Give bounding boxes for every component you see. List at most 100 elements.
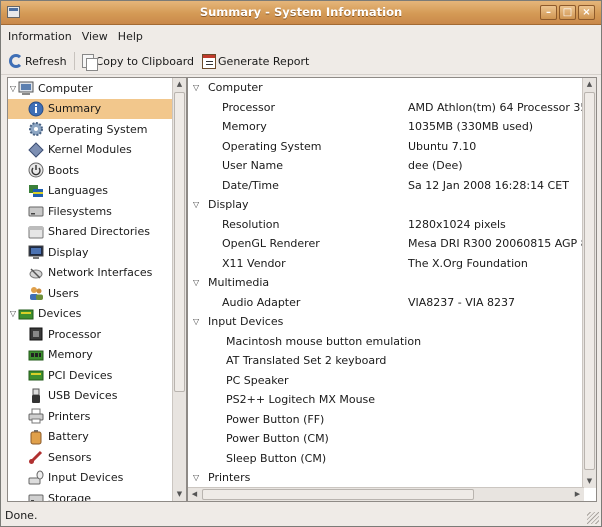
toolbar: Refresh Copy to Clipboard Generate Repor… — [1, 48, 601, 75]
scroll-right-arrow-icon[interactable]: ▶ — [571, 488, 584, 501]
section-header-printers[interactable]: ▽ Printers — [188, 468, 584, 488]
details-vertical-scrollbar[interactable]: ▲ ▼ — [582, 78, 596, 488]
detail-value: The X.Org Foundation — [408, 256, 528, 270]
tree-item-battery[interactable]: Battery — [8, 427, 172, 448]
minimize-button[interactable]: – — [540, 5, 557, 20]
section-label: Computer — [208, 81, 263, 95]
detail-row[interactable]: PC Speaker — [188, 371, 584, 391]
detail-row[interactable]: Memory 1035MB (330MB used) — [188, 117, 584, 137]
tree-vertical-scrollbar[interactable]: ▲ ▼ — [172, 78, 186, 501]
section-label: Display — [208, 198, 249, 212]
chip-board-icon — [18, 306, 34, 322]
tree-item-label: USB Devices — [48, 389, 118, 403]
tree-item-devices[interactable]: ▽ Devices — [8, 304, 172, 325]
detail-row[interactable]: OpenGL Renderer Mesa DRI R300 20060815 A… — [188, 234, 584, 254]
resize-grip-icon[interactable] — [587, 512, 599, 524]
tree-item-boots[interactable]: Boots — [8, 160, 172, 181]
detail-row[interactable]: Date/Time Sa 12 Jan 2008 16:28:14 CET — [188, 176, 584, 196]
detail-row[interactable]: Processor AMD Athlon(tm) 64 Processor 35… — [188, 98, 584, 118]
detail-row[interactable]: X11 Vendor The X.Org Foundation — [188, 254, 584, 274]
refresh-button[interactable]: Refresh — [5, 51, 71, 71]
tree-item-network-interfaces[interactable]: Network Interfaces — [8, 263, 172, 284]
scroll-up-arrow-icon[interactable]: ▲ — [583, 78, 596, 91]
tree-item-sensors[interactable]: Sensors — [8, 447, 172, 468]
tree-item-processor[interactable]: Processor — [8, 324, 172, 345]
details-pane[interactable]: ▽ Computer Processor AMD Athlon(tm) 64 P… — [187, 77, 597, 502]
tree-item-languages[interactable]: Languages — [8, 181, 172, 202]
detail-row[interactable]: Resolution 1280x1024 pixels — [188, 215, 584, 235]
detail-row[interactable]: Operating System Ubuntu 7.10 — [188, 137, 584, 157]
tree-item-label: Users — [48, 286, 79, 300]
details-horizontal-scrollbar[interactable]: ◀ ▶ — [188, 487, 584, 501]
menu-help[interactable]: Help — [114, 28, 147, 45]
tree-item-printers[interactable]: Printers — [8, 406, 172, 427]
section-header-display[interactable]: ▽ Display — [188, 195, 584, 215]
tree-item-storage[interactable]: Storage — [8, 488, 172, 502]
close-button[interactable]: × — [578, 5, 595, 20]
tree-item-display[interactable]: Display — [8, 242, 172, 263]
detail-key: Operating System — [222, 139, 322, 153]
expander-icon[interactable]: ▽ — [193, 83, 199, 92]
detail-row[interactable]: AT Translated Set 2 keyboard — [188, 351, 584, 371]
detail-row[interactable]: Power Button (FF) — [188, 410, 584, 430]
section-header-computer[interactable]: ▽ Computer — [188, 78, 584, 98]
scrollbar-thumb[interactable] — [174, 92, 185, 392]
detail-key: Audio Adapter — [222, 295, 301, 309]
section-header-multimedia[interactable]: ▽ Multimedia — [188, 273, 584, 293]
menu-view[interactable]: View — [78, 28, 112, 45]
scrollbar-thumb[interactable] — [202, 489, 474, 500]
menu-information[interactable]: Information — [4, 28, 76, 45]
toolbar-separator — [73, 52, 75, 70]
gear-icon — [28, 121, 44, 137]
section-header-input-devices[interactable]: ▽ Input Devices — [188, 312, 584, 332]
generate-report-button[interactable]: Generate Report — [198, 51, 313, 72]
input-device-name: Macintosh mouse button emulation — [226, 334, 422, 348]
detail-value: Mesa DRI R300 20060815 AGP 8x x86 — [408, 237, 584, 251]
category-tree-pane[interactable]: ▽ Computer Summary Operating System Kern… — [7, 77, 187, 502]
network-icon — [28, 265, 44, 281]
scroll-down-arrow-icon[interactable]: ▼ — [583, 475, 596, 488]
detail-key: Date/Time — [222, 178, 279, 192]
expander-icon[interactable]: ▽ — [193, 278, 199, 287]
detail-row[interactable]: Power Button (CM) — [188, 429, 584, 449]
scroll-left-arrow-icon[interactable]: ◀ — [188, 488, 201, 501]
tree-item-users[interactable]: Users — [8, 283, 172, 304]
detail-key: User Name — [222, 159, 284, 173]
detail-row[interactable]: Audio Adapter VIA8237 - VIA 8237 — [188, 293, 584, 313]
tree-item-operating-system[interactable]: Operating System — [8, 119, 172, 140]
expander-icon[interactable]: ▽ — [193, 200, 199, 209]
detail-row[interactable]: Macintosh mouse button emulation — [188, 332, 584, 352]
tree-item-shared-directories[interactable]: Shared Directories — [8, 222, 172, 243]
tree-item-usb-devices[interactable]: USB Devices — [8, 386, 172, 407]
title-bar[interactable]: Summary - System Information – □ × — [1, 1, 601, 25]
input-device-name: AT Translated Set 2 keyboard — [226, 354, 387, 368]
scroll-down-arrow-icon[interactable]: ▼ — [173, 488, 186, 501]
input-device-name: Sleep Button (CM) — [226, 451, 327, 465]
expander-icon[interactable]: ▽ — [193, 317, 199, 326]
tree-item-summary[interactable]: Summary — [8, 98, 172, 119]
tree-item-computer[interactable]: ▽ Computer — [8, 78, 172, 99]
pci-card-icon — [28, 367, 44, 383]
copy-icon — [81, 54, 98, 71]
tree-item-filesystems[interactable]: Filesystems — [8, 201, 172, 222]
expander-icon[interactable]: ▽ — [8, 309, 18, 318]
tree-item-label: Storage — [48, 491, 92, 502]
scrollbar-thumb[interactable] — [584, 92, 595, 470]
detail-row[interactable]: PS2++ Logitech MX Mouse — [188, 390, 584, 410]
detail-row[interactable]: User Name dee (Dee) — [188, 156, 584, 176]
section-label: Input Devices — [208, 315, 284, 329]
printer-icon — [28, 408, 44, 424]
detail-row[interactable]: Sleep Button (CM) — [188, 449, 584, 469]
tree-item-kernel-modules[interactable]: Kernel Modules — [8, 140, 172, 161]
tree-item-memory[interactable]: Memory — [8, 345, 172, 366]
tree-item-pci-devices[interactable]: PCI Devices — [8, 365, 172, 386]
detail-key: Processor — [222, 100, 275, 114]
maximize-button[interactable]: □ — [559, 5, 576, 20]
copy-to-clipboard-button[interactable]: Copy to Clipboard — [78, 51, 198, 71]
tree-item-label: Operating System — [48, 122, 148, 136]
expander-icon[interactable]: ▽ — [8, 84, 18, 93]
tree-item-input-devices[interactable]: Input Devices — [8, 468, 172, 489]
expander-icon[interactable]: ▽ — [193, 473, 199, 482]
monitor-icon — [28, 244, 44, 260]
scroll-up-arrow-icon[interactable]: ▲ — [173, 78, 186, 91]
